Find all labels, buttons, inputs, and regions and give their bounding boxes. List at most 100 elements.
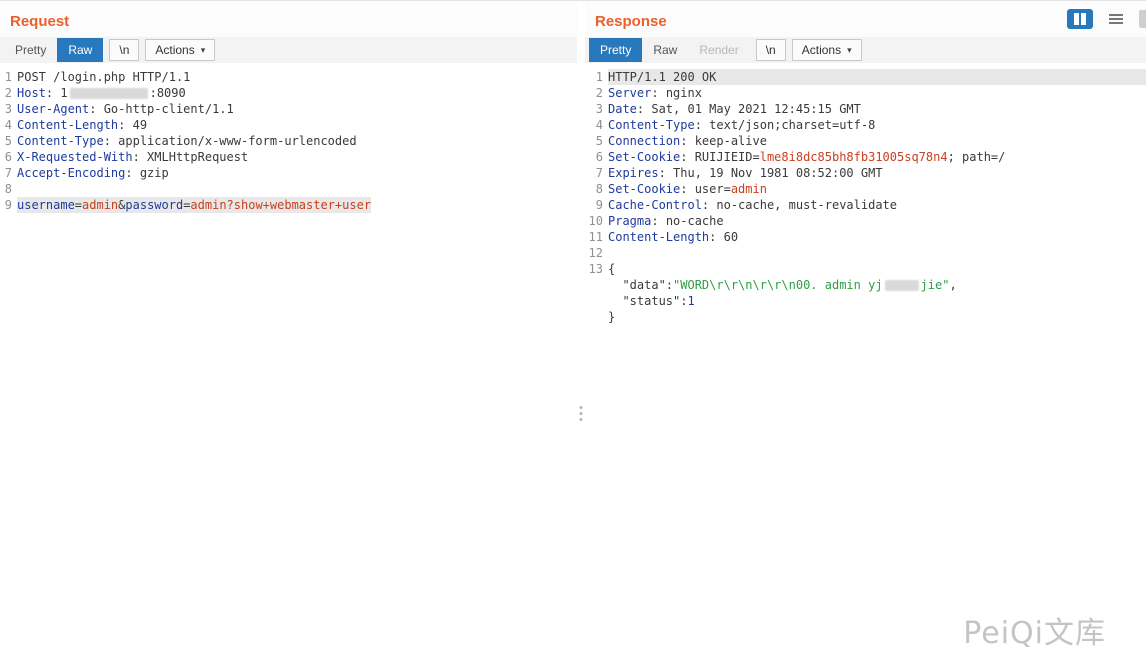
code-token: Set-Cookie [608, 150, 680, 164]
code-token: Content-Type [608, 118, 695, 132]
response-tab-raw[interactable]: Raw [642, 38, 688, 62]
response-actions-dropdown[interactable]: Actions▾ [792, 39, 862, 61]
code-line[interactable]: 12 [585, 245, 1146, 261]
code-line[interactable]: 10Pragma: no-cache [585, 213, 1146, 229]
code-token: Pragma [608, 214, 651, 228]
code-line[interactable]: 11Content-Length: 60 [585, 229, 1146, 245]
code-token: :8090 [150, 86, 186, 100]
response-editor[interactable]: 1HTTP/1.1 200 OK2Server: nginx3Date: Sat… [585, 63, 1146, 672]
code-token: jie" [921, 278, 950, 292]
line-number: 8 [0, 181, 17, 197]
code-token: POST /login.php HTTP/1.1 [17, 70, 190, 84]
line-number: 9 [585, 197, 608, 213]
code-token: : [680, 150, 694, 164]
code-token: XMLHttpRequest [147, 150, 248, 164]
code-token: Go-http-client/1.1 [104, 102, 234, 116]
code-token: Date [608, 102, 637, 116]
line-number: 11 [585, 229, 608, 245]
code-line[interactable]: 3Date: Sat, 01 May 2021 12:45:15 GMT [585, 101, 1146, 117]
line-text: { [608, 261, 615, 277]
code-token: = [75, 198, 82, 212]
code-line[interactable]: 1HTTP/1.1 200 OK [585, 69, 1146, 85]
request-tab-raw[interactable]: Raw [57, 38, 103, 62]
response-panel: Response PrettyRawRender\nActions▾ 1HTTP… [585, 1, 1146, 672]
code-line[interactable]: 1POST /login.php HTTP/1.1 [0, 69, 577, 85]
code-line[interactable]: 3User-Agent: Go-http-client/1.1 [0, 101, 577, 117]
code-line[interactable]: 6X-Requested-With: XMLHttpRequest [0, 149, 577, 165]
code-line[interactable]: 5Connection: keep-alive [585, 133, 1146, 149]
redacted-text [70, 88, 148, 99]
request-actions-dropdown-label: Actions [155, 43, 194, 57]
code-token: : [46, 86, 60, 100]
code-line[interactable]: 8Set-Cookie: user=admin [585, 181, 1146, 197]
code-line[interactable]: 7Expires: Thu, 19 Nov 1981 08:52:00 GMT [585, 165, 1146, 181]
line-text [608, 245, 615, 261]
code-token: User-Agent [17, 102, 89, 116]
line-text: User-Agent: Go-http-client/1.1 [17, 101, 234, 117]
line-number: 2 [0, 85, 17, 101]
line-text: Pragma: no-cache [608, 213, 724, 229]
request-panel: Request PrettyRaw \n Actions▾ 1POST /login… [0, 1, 577, 672]
line-number [585, 309, 608, 325]
line-number: 1 [585, 69, 608, 85]
response-tab-render[interactable]: Render [688, 38, 749, 62]
code-token: : [680, 134, 694, 148]
code-line[interactable]: 8 [0, 181, 577, 197]
side-by-side-view-button[interactable] [1067, 9, 1093, 29]
request-actions-dropdown[interactable]: Actions▾ [145, 39, 215, 61]
request-tab-pretty[interactable]: Pretty [4, 38, 57, 62]
code-token: Thu, 19 Nov 1981 08:52:00 GMT [673, 166, 883, 180]
code-token: admin [731, 182, 767, 196]
code-token: no-cache, must-revalidate [716, 198, 897, 212]
code-line[interactable]: "status":1 [585, 293, 1146, 309]
code-token: password [125, 198, 183, 212]
request-editor[interactable]: 1POST /login.php HTTP/1.12Host: 1:80903U… [0, 63, 577, 672]
code-token: : [133, 150, 147, 164]
line-text: Host: 1:8090 [17, 85, 186, 101]
panel-divider[interactable] [577, 1, 585, 672]
code-token: 49 [133, 118, 147, 132]
response-newline-button[interactable]: \n [756, 39, 786, 61]
code-token: Content-Type [17, 134, 104, 148]
code-line[interactable]: 5Content-Type: application/x-www-form-ur… [0, 133, 577, 149]
line-text: Set-Cookie: RUIJIEID=lme8i8dc85bh8fb3100… [608, 149, 1005, 165]
code-line[interactable]: "data":"WORD\r\r\n\r\r\n00. admin yjjie"… [585, 277, 1146, 293]
line-number: 13 [585, 261, 608, 277]
code-token: admin?show+webmaster+user [190, 198, 371, 212]
code-line[interactable]: } [585, 309, 1146, 325]
overflow-view-button[interactable] [1139, 10, 1146, 28]
code-line[interactable]: 13{ [585, 261, 1146, 277]
line-text: POST /login.php HTTP/1.1 [17, 69, 190, 85]
request-newline-button[interactable]: \n [109, 39, 139, 61]
line-number: 6 [585, 149, 608, 165]
code-token: Set-Cookie [608, 182, 680, 196]
code-line[interactable]: 7Accept-Encoding: gzip [0, 165, 577, 181]
code-token: Server [608, 86, 651, 100]
response-tab-pretty-label: Pretty [600, 43, 631, 57]
code-token: "WORD\r\r\n\r\r\n00. admin yj [673, 278, 883, 292]
http-message-viewer: Request PrettyRaw\nActions▾ 1POST /login… [0, 0, 1146, 672]
code-line[interactable]: 2Server: nginx [585, 85, 1146, 101]
request-newline-button-label: \n [119, 43, 129, 57]
line-text: "data":"WORD\r\r\n\r\r\n00. admin yjjie"… [608, 277, 957, 293]
code-line[interactable]: 4Content-Type: text/json;charset=utf-8 [585, 117, 1146, 133]
code-token: lme8i8dc85bh8fb31005sq78n4 [760, 150, 948, 164]
response-tab-pretty[interactable]: Pretty [589, 38, 642, 62]
code-token: RUIJIEID= [695, 150, 760, 164]
stacked-view-button[interactable] [1103, 9, 1129, 29]
divider-drag-handle-icon[interactable] [580, 406, 583, 421]
code-line[interactable]: 6Set-Cookie: RUIJIEID=lme8i8dc85bh8fb310… [585, 149, 1146, 165]
request-tabbar: PrettyRaw \n Actions▾ [0, 37, 577, 63]
code-line[interactable]: 9username=admin&password=admin?show+webm… [0, 197, 577, 213]
chevron-down-icon: ▾ [847, 46, 852, 55]
request-title: Request [0, 1, 577, 37]
line-text: Content-Type: application/x-www-form-url… [17, 133, 357, 149]
code-token: HTTP/1.1 200 OK [608, 70, 716, 84]
code-line[interactable]: 4Content-Length: 49 [0, 117, 577, 133]
response-newline-button-label: \n [766, 43, 776, 57]
code-token: : [651, 214, 665, 228]
rows-icon [1109, 14, 1123, 24]
code-line[interactable]: 2Host: 1:8090 [0, 85, 577, 101]
code-line[interactable]: 9Cache-Control: no-cache, must-revalidat… [585, 197, 1146, 213]
code-token: : [680, 182, 694, 196]
